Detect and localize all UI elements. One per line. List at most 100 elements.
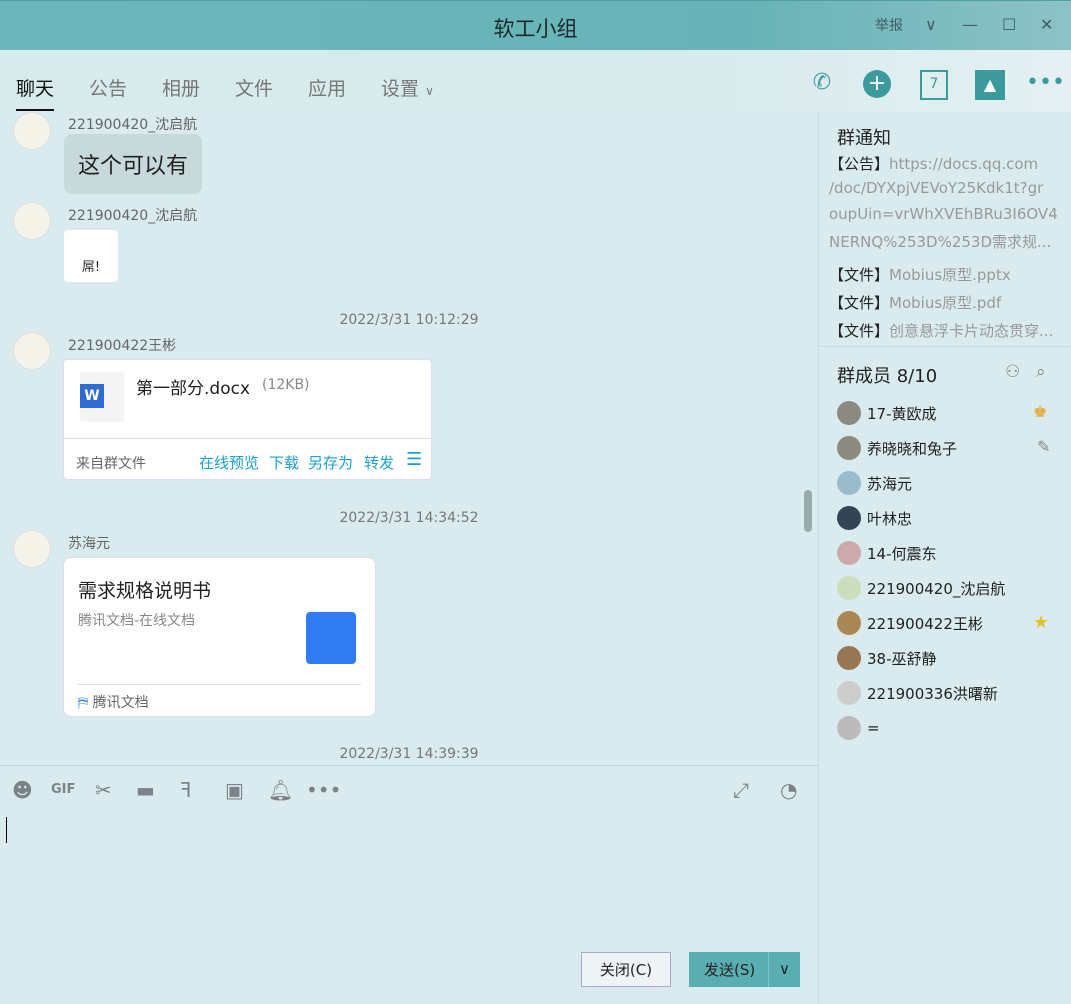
member-item[interactable]: 221900422王彬 [837,609,983,637]
input-toolbar: ☻ GIF ✂ ▬ ꟻ ▣ 🔔︎ ••• ⤢ ◔ [0,765,818,815]
notice-tag: 【公告】 [829,155,890,173]
history-clock-icon[interactable]: ◔ [780,778,797,802]
folder-icon[interactable]: ▬ [136,778,155,802]
add-icon[interactable]: + [863,70,891,98]
member-item[interactable]: 38-巫舒静 [837,644,937,672]
preview-link[interactable]: 在线预览 [199,452,259,473]
notice-text: 创意悬浮卡片动态贯穿... [889,322,1054,340]
member-item[interactable]: 14-何震东 [837,539,937,567]
close-button[interactable]: ✕ [1040,15,1053,34]
member-item[interactable]: 叶林忠 [837,504,912,532]
tab-settings[interactable]: 设置 ∨ [381,74,434,101]
tab-files[interactable]: 文件 [235,74,273,101]
send-button[interactable]: 发送(S) ∨ [689,952,800,987]
tab-settings-label: 设置 [381,78,420,100]
member-name: 17-黄欧成 [867,404,937,423]
minimize-button[interactable]: — [962,15,978,34]
tab-album[interactable]: 相册 [162,74,200,101]
download-link[interactable]: 下载 [269,452,299,473]
file-size: (12KB) [262,377,310,393]
tab-apps[interactable]: 应用 [308,74,346,101]
member-name: 14-何震东 [867,544,937,563]
member-item[interactable]: 221900336洪曙新 [837,679,998,707]
notice-item[interactable]: 【公告】https://docs.qq.com [829,153,1064,174]
doc-card[interactable]: 需求规格说明书 腾讯文档-在线文档 ⛿ 腾讯文档 [63,557,376,717]
notice-item: oupUin=vrWhXVEhBRu3I6OV4 [829,205,1058,223]
timestamp: 2022/3/31 14:39:39 [339,746,479,762]
report-button[interactable]: 举报 [875,15,903,35]
avatar [837,541,861,565]
notice-item[interactable]: 【文件】创意悬浮卡片动态贯穿... [829,320,1064,341]
add-member-icon[interactable]: ⚇ [1005,362,1020,382]
emoji-icon[interactable]: ☻ [12,778,33,802]
expand-icon[interactable]: ⤢ [733,778,749,802]
menu-icon[interactable]: ☰ [406,449,422,470]
more-icon[interactable]: ••• [306,778,341,802]
doc-brand-label: 腾讯文档 [92,695,149,711]
notice-title: 群通知 [837,128,891,149]
tab-chat[interactable]: 聊天 [16,74,55,111]
forward-link[interactable]: 转发 [364,452,394,473]
message-bubble: 这个可以有 [64,134,203,194]
member-item[interactable]: 17-黄欧成 [837,399,937,427]
avatar [837,436,861,460]
notice-item[interactable]: 【文件】Mobius原型.pptx [829,264,1064,285]
member-item[interactable]: 养晓晓和兔子 [837,434,957,462]
tab-announcement[interactable]: 公告 [89,74,127,101]
tencent-doc-logo-icon: ⛿ [78,695,89,711]
notice-item[interactable]: 【文件】Mobius原型.pdf [829,292,1064,313]
notice-text: Mobius原型.pdf [889,294,1002,312]
member-name: 叶林忠 [867,509,913,528]
save-as-link[interactable]: 另存为 [308,452,353,473]
chat-scrollbar[interactable] [804,490,812,532]
image-icon[interactable]: ▲ [975,70,1005,100]
avatar [837,471,861,495]
notice-tag: 【文件】 [829,266,890,284]
notice-text: https://docs.qq.com [889,155,1039,173]
send-options-chevron-icon[interactable]: ∨ [768,952,800,987]
more-icon[interactable]: ••• [1026,70,1065,100]
close-chat-button[interactable]: 关闭(C) [581,952,671,987]
member-name: 221900336洪曙新 [867,684,998,703]
timestamp: 2022/3/31 14:34:52 [339,510,479,526]
bell-icon[interactable]: 🔔︎ [268,778,293,802]
member-item[interactable]: 221900420_沈启航 [837,574,1005,602]
doc-subtitle: 腾讯文档-在线文档 [78,613,196,629]
member-name: = [867,719,880,737]
scissors-icon[interactable]: ✂ [95,778,112,802]
sender-name: 221900422王彬 [68,338,177,354]
search-icon[interactable]: ⌕ [1036,362,1046,382]
gif-icon[interactable]: GIF [51,782,75,797]
members-title: 群成员 8/10 [837,366,938,387]
file-card[interactable]: W 第一部分.docx (12KB) 来自群文件 在线预览 下载 另存为 转发 … [63,359,432,480]
sender-name: 221900420_沈启航 [68,117,198,133]
member-item[interactable]: 苏海元 [837,469,912,497]
notice-tag: 【文件】 [829,294,890,312]
tencent-doc-icon [306,612,356,664]
member-item[interactable]: = [837,714,880,742]
image-icon[interactable]: ▣ [225,778,244,802]
doc-brand: ⛿ 腾讯文档 [78,692,149,712]
avatar [837,576,861,600]
member-name: 养晓晓和兔子 [867,439,958,458]
avatar [13,202,51,240]
calendar-icon[interactable]: 7 [920,70,948,100]
notice-item: /doc/DYXpjVEVoY25Kdk1t?gr [829,179,1044,197]
doc-title: 需求规格说明书 [78,580,212,602]
maximize-button[interactable]: ☐ [1002,15,1016,34]
file-name: 第一部分.docx [136,379,251,399]
phone-icon[interactable]: ✆ [807,70,837,100]
avatar [837,646,861,670]
title-bar: 软工小组 举报 ∨ — ☐ ✕ [0,0,1071,50]
member-name: 221900422王彬 [867,614,983,633]
avatar [837,681,861,705]
sender-name: 221900420_沈启航 [68,208,198,224]
notice-text: Mobius原型.pptx [889,266,1011,284]
member-name: 38-巫舒静 [867,649,937,668]
send-label: 发送(S) [704,961,756,979]
timestamp: 2022/3/31 10:12:29 [339,312,479,328]
tencent-doc-icon[interactable]: ꟻ [180,778,192,802]
avatar [837,506,861,530]
dropdown-button[interactable]: ∨ [925,15,937,34]
edit-icon[interactable]: ✎ [1037,437,1050,456]
